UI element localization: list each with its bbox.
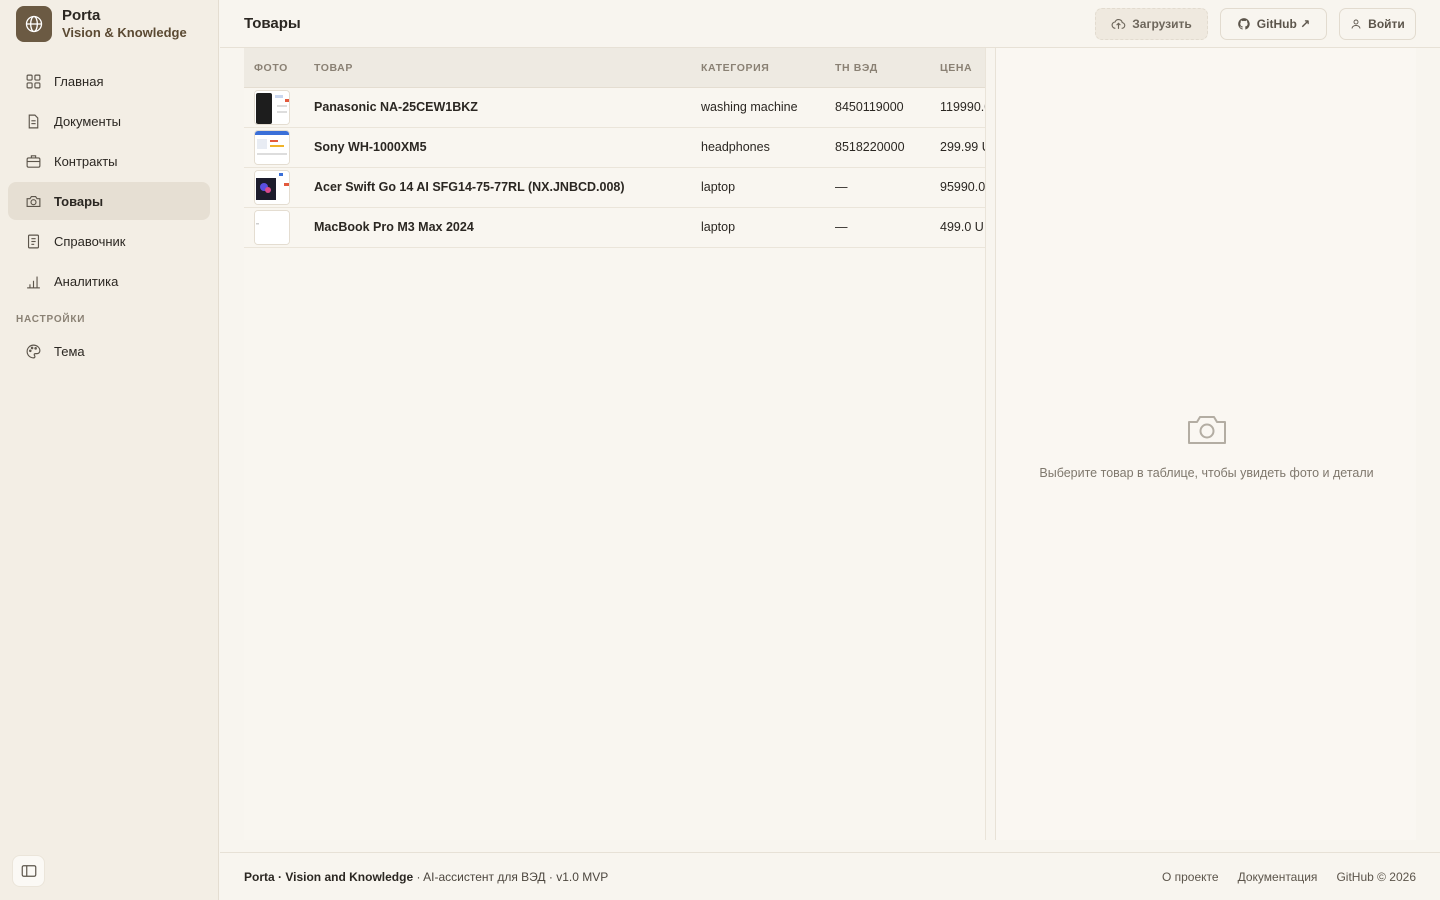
table-row[interactable]: MacBook Pro M3 Max 2024 laptop — 499.0 U [244, 208, 985, 248]
table-row[interactable]: Acer Swift Go 14 AI SFG14-75-77RL (NX.JN… [244, 168, 985, 208]
brand-name: Porta [62, 7, 101, 24]
sidebar-toggle-icon [21, 865, 36, 877]
sidebar-item-home[interactable]: Главная [8, 62, 210, 100]
product-tn-ved: 8518220000 [835, 140, 905, 154]
product-name: Panasonic NA-25CEW1BKZ [314, 100, 478, 114]
footer-link-docs[interactable]: Документация [1238, 870, 1318, 884]
user-icon [1351, 19, 1361, 29]
product-name: Acer Swift Go 14 AI SFG14-75-77RL (NX.JN… [314, 180, 625, 194]
footer-tagline: · AI-ассистент для ВЭД · v1.0 MVP [413, 870, 609, 884]
sidebar-item-label: Главная [54, 73, 104, 89]
document-icon [28, 114, 39, 128]
sidebar-item-label: Товары [54, 193, 104, 209]
footer-link-about[interactable]: О проекте [1162, 870, 1219, 884]
login-button-label: Войти [1368, 17, 1405, 31]
column-header-product[interactable]: ТОВАР [314, 62, 353, 74]
camera-icon [1188, 416, 1226, 444]
product-price: 499.0 U [940, 220, 984, 234]
product-price: 119990.0 [940, 100, 985, 114]
sidebar: Porta Vision & Knowledge Главная Докумен… [0, 0, 219, 900]
product-thumbnail [254, 90, 290, 125]
sidebar-item-analytics[interactable]: Аналитика [8, 262, 210, 300]
product-tn-ved: — [835, 180, 848, 194]
github-button[interactable]: GitHub ↗ [1220, 8, 1327, 40]
bar-chart-icon [27, 276, 40, 288]
sidebar-item-label: Документы [54, 113, 122, 129]
product-price: 95990.0 [940, 180, 986, 194]
sidebar-item-label: Контракты [54, 153, 118, 169]
product-category: laptop [701, 220, 736, 234]
brand-subtitle: Vision & Knowledge [62, 25, 187, 40]
footer: Porta · Vision and Knowledge · AI-ассист… [220, 852, 1440, 900]
column-header-photo[interactable]: ФОТО [254, 62, 288, 74]
camera-icon [26, 195, 41, 207]
product-category: headphones [701, 140, 770, 154]
sidebar-item-theme[interactable]: Тема [8, 332, 210, 370]
empty-state-text: Выберите товар в таблице, чтобы увидеть … [1039, 466, 1374, 480]
sidebar-item-documents[interactable]: Документы [8, 102, 210, 140]
upload-button[interactable]: Загрузить [1095, 8, 1208, 40]
brand[interactable]: Porta Vision & Knowledge [16, 6, 187, 42]
top-header: Товары Загрузить GitHub ↗ Войти [220, 0, 1440, 48]
product-tn-ved: 8450119000 [835, 100, 904, 114]
product-detail-panel: Выберите товар в таблице, чтобы увидеть … [995, 48, 1416, 840]
footer-links: О проекте Документация GitHub © 2026 [1143, 870, 1416, 884]
sidebar-item-contracts[interactable]: Контракты [8, 142, 210, 180]
product-thumbnail [254, 130, 290, 165]
sidebar-item-label: Аналитика [54, 273, 119, 289]
upload-button-label: Загрузить [1132, 17, 1192, 31]
product-tn-ved: — [835, 220, 848, 234]
github-icon [1237, 18, 1250, 30]
footer-brand: Porta · Vision and Knowledge [244, 870, 414, 884]
sidebar-item-reference[interactable]: Справочник [8, 222, 210, 260]
product-thumbnail [254, 170, 290, 205]
briefcase-icon [26, 154, 41, 168]
footer-link-github[interactable]: GitHub © 2026 [1336, 870, 1416, 884]
cloud-upload-icon [1111, 18, 1126, 29]
product-name: MacBook Pro M3 Max 2024 [314, 220, 474, 234]
sidebar-nav: Главная Документы Контракты Товары Справ… [8, 62, 210, 372]
login-button[interactable]: Войти [1339, 8, 1416, 40]
column-header-tn-ved[interactable]: ТН ВЭД [835, 62, 878, 74]
sidebar-toggle-button[interactable] [12, 855, 45, 887]
column-header-price[interactable]: ЦЕНА [940, 62, 972, 74]
sidebar-item-label: Тема [54, 343, 85, 359]
palette-icon [26, 344, 41, 358]
page-title: Товары [244, 15, 301, 32]
product-name: Sony WH-1000XM5 [314, 140, 427, 154]
table-row[interactable]: Sony WH-1000XM5 headphones 8518220000 29… [244, 128, 985, 168]
settings-section-label: НАСТРОЙКИ [16, 314, 86, 325]
table-row[interactable]: Panasonic NA-25CEW1BKZ washing machine 8… [244, 88, 985, 128]
table-header: ФОТО ТОВАР КАТЕГОРИЯ ТН ВЭД ЦЕНА [244, 48, 985, 88]
github-button-label: GitHub ↗ [1256, 17, 1311, 31]
sidebar-item-label: Справочник [54, 233, 126, 249]
products-table: ФОТО ТОВАР КАТЕГОРИЯ ТН ВЭД ЦЕНА Panason… [244, 48, 986, 840]
product-thumbnail [254, 210, 290, 245]
book-icon [27, 234, 40, 248]
column-header-category[interactable]: КАТЕГОРИЯ [701, 62, 769, 74]
globe-icon [16, 6, 52, 42]
sidebar-item-products[interactable]: Товары [8, 182, 210, 220]
product-category: washing machine [701, 100, 798, 114]
product-price: 299.99 U [940, 140, 986, 154]
product-category: laptop [701, 180, 736, 194]
grid-icon [26, 74, 41, 88]
